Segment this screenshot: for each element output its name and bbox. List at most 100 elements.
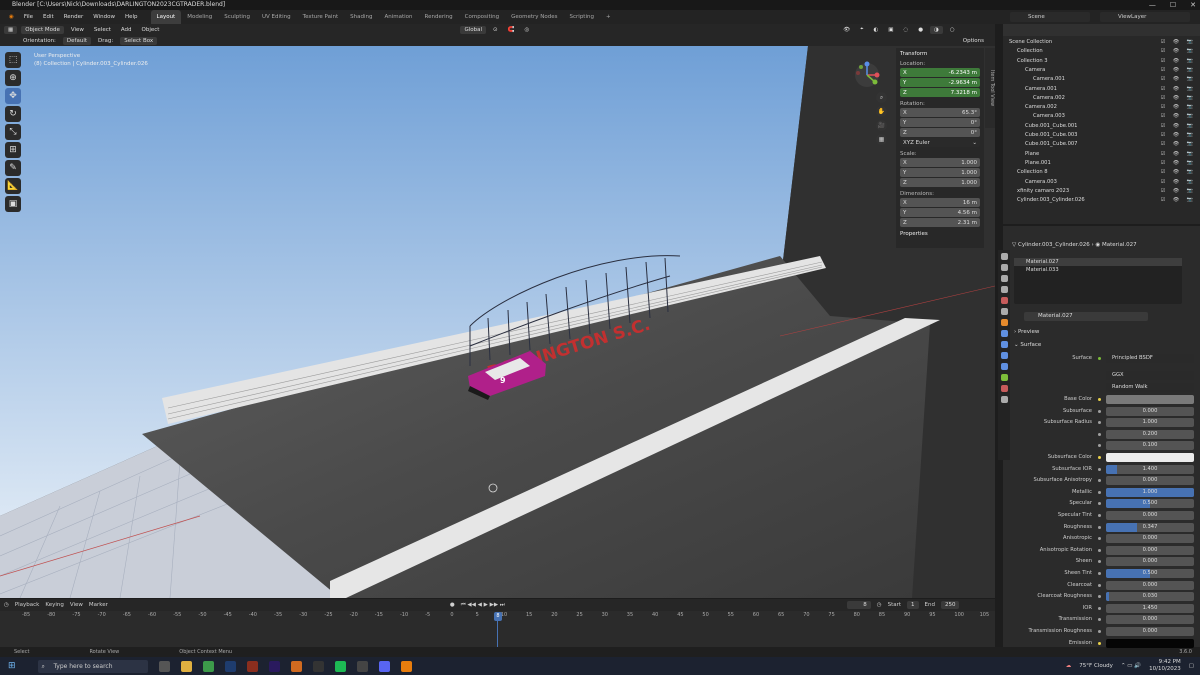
properties-subpanel[interactable]: Properties: [900, 231, 980, 237]
visibility-toggles-icon[interactable]: ☑ 👁 📷: [1161, 75, 1196, 84]
location-x-field[interactable]: X -6.2343 m: [900, 68, 980, 77]
outliner-row[interactable]: Cylinder.003_Cylinder.026 ☑ 👁 📷: [1003, 196, 1200, 205]
shader-property-field[interactable]: 1.400: [1106, 464, 1194, 474]
workspace-tab-layout[interactable]: Layout: [150, 10, 182, 24]
socket-dot[interactable]: [1098, 409, 1101, 413]
record-icon[interactable]: ●: [450, 602, 455, 608]
outliner-row[interactable]: Camera.002 ☑ 👁 📷: [1003, 103, 1200, 112]
subsurface-method-dropdown[interactable]: Random Walk: [1106, 383, 1194, 392]
zoom-icon[interactable]: ⌕: [876, 92, 887, 103]
select-tool-icon[interactable]: ⬚: [5, 52, 21, 68]
shader-property-field[interactable]: 0.000: [1106, 545, 1194, 555]
xray-icon[interactable]: ▣: [885, 27, 896, 33]
shader-property-field[interactable]: 0.200: [1106, 429, 1194, 439]
rotation-mode-dropdown[interactable]: XYZ Euler ⌄: [900, 138, 980, 147]
outliner-row[interactable]: Plane.001 ☑ 👁 📷: [1003, 159, 1200, 168]
task-view-icon[interactable]: [158, 660, 170, 672]
socket-dot[interactable]: [1098, 548, 1101, 552]
editor-type-icon[interactable]: ▦: [4, 25, 18, 34]
menu-view[interactable]: View: [68, 27, 87, 33]
move-tool-icon[interactable]: ✥: [5, 88, 21, 104]
scene-tab-icon[interactable]: [1000, 297, 1008, 304]
illustrator-icon[interactable]: [246, 660, 258, 672]
mode-selector[interactable]: Object Mode: [21, 25, 64, 34]
visibility-toggles-icon[interactable]: ☑ 👁 📷: [1161, 196, 1196, 205]
visibility-toggles-icon[interactable]: ☑ 👁 📷: [1161, 168, 1196, 177]
shader-property-field[interactable]: 0.500: [1106, 499, 1194, 509]
menu-object[interactable]: Object: [139, 27, 163, 33]
workspace-tab-modeling[interactable]: Modeling: [181, 10, 218, 24]
shader-property-field[interactable]: 0.000: [1106, 627, 1194, 636]
material-tab-icon[interactable]: [1000, 385, 1008, 392]
shader-property-field[interactable]: 0.000: [1106, 557, 1194, 567]
taskbar-search[interactable]: ⌕ Type here to search: [37, 659, 148, 673]
socket-dot[interactable]: [1098, 572, 1101, 575]
current-frame-field[interactable]: 8: [846, 601, 871, 609]
shader-property-field[interactable]: 0.100: [1106, 441, 1194, 451]
material-slot[interactable]: Material.033: [1014, 266, 1182, 274]
shading-material-icon[interactable]: ◑: [930, 25, 943, 34]
windows-start-icon[interactable]: ⊞: [8, 661, 16, 671]
visibility-toggles-icon[interactable]: ☑ 👁 📷: [1161, 122, 1196, 131]
blender-active-icon[interactable]: [400, 660, 412, 672]
weather-icon[interactable]: ☁: [1066, 663, 1072, 669]
shader-property-field[interactable]: [1106, 395, 1194, 404]
visibility-toggles-icon[interactable]: ☑ 👁 📷: [1161, 57, 1196, 66]
orientation-dropdown[interactable]: Default: [62, 36, 92, 45]
gizmo-toggle-icon[interactable]: ⌖: [857, 26, 866, 33]
socket-dot[interactable]: [1098, 630, 1101, 633]
socket-dot[interactable]: [1098, 490, 1101, 494]
dimensions-y-field[interactable]: Y 4.56 m: [900, 208, 980, 217]
modifier-tab-icon[interactable]: [1000, 330, 1008, 337]
camera-view-icon[interactable]: 🎥: [876, 120, 887, 131]
outliner-row[interactable]: Camera.003 ☑ 👁 📷: [1003, 112, 1200, 121]
visibility-toggles-icon[interactable]: ☑ 👁 📷: [1161, 66, 1196, 75]
add-cube-tool-icon[interactable]: ▣: [5, 196, 21, 212]
app-icon[interactable]: [356, 660, 368, 672]
workspace-tab-rendering[interactable]: Rendering: [419, 10, 459, 24]
outliner-row[interactable]: xfinity camaro 2023 ☑ 👁 📷: [1003, 187, 1200, 196]
world-tab-icon[interactable]: [1000, 308, 1008, 315]
start-frame-field[interactable]: 1: [907, 601, 919, 609]
timeline-menu-keying[interactable]: Keying: [45, 602, 63, 608]
spotify-icon[interactable]: [334, 660, 346, 672]
object-tab-icon[interactable]: [1000, 319, 1008, 326]
surface-subpanel[interactable]: ⌄ Surface: [1014, 340, 1194, 350]
physics-tab-icon[interactable]: [1000, 352, 1008, 359]
overlay-toggle-icon[interactable]: ◐: [870, 27, 881, 33]
shader-property-field[interactable]: [1106, 453, 1194, 462]
end-frame-field[interactable]: 250: [940, 601, 960, 609]
shader-property-field[interactable]: 0.500: [1106, 569, 1194, 578]
transform-tool-icon[interactable]: ⊞: [5, 142, 21, 158]
add-workspace-icon[interactable]: +: [600, 10, 617, 24]
drag-dropdown[interactable]: Select Box: [120, 36, 158, 45]
socket-dot[interactable]: [1098, 595, 1101, 599]
tool-tab-icon[interactable]: [1000, 253, 1008, 260]
workspace-tab-compositing[interactable]: Compositing: [459, 10, 505, 24]
socket-dot[interactable]: [1098, 583, 1101, 587]
weather-text[interactable]: 75°F Cloudy: [1079, 663, 1113, 669]
material-slot[interactable]: Material.027: [1014, 258, 1182, 266]
rotation-y-field[interactable]: Y 0°: [900, 118, 980, 127]
outliner-row[interactable]: Camera.003 ☑ 👁 📷: [1003, 178, 1200, 187]
dimensions-x-field[interactable]: X 16 m: [900, 198, 980, 207]
particles-tab-icon[interactable]: [1000, 341, 1008, 348]
socket-dot[interactable]: [1098, 398, 1101, 401]
visibility-toggles-icon[interactable]: ☑ 👁 📷: [1161, 150, 1196, 159]
3d-viewport[interactable]: DARLINGTON S.C. 9: [0, 46, 995, 598]
options-dropdown[interactable]: Options: [960, 38, 987, 44]
view-layer-selector[interactable]: ViewLayer: [1100, 12, 1190, 22]
chrome-icon[interactable]: [202, 660, 214, 672]
proportional-edit-icon[interactable]: ◎: [521, 27, 532, 33]
socket-dot[interactable]: [1098, 514, 1101, 517]
socket-dot[interactable]: [1098, 444, 1101, 448]
menu-edit[interactable]: Edit: [38, 10, 59, 24]
measure-tool-icon[interactable]: 📐: [5, 178, 21, 194]
shader-property-field[interactable]: 1.000: [1106, 487, 1194, 497]
visibility-toggles-icon[interactable]: ☑ 👁 📷: [1161, 38, 1196, 47]
timeline-menu-view[interactable]: View: [70, 602, 83, 608]
rotate-tool-icon[interactable]: ↻: [5, 106, 21, 122]
workspace-tab-geometry-nodes[interactable]: Geometry Nodes: [505, 10, 563, 24]
workspace-tab-sculpting[interactable]: Sculpting: [218, 10, 256, 24]
visibility-toggles-icon[interactable]: ☑ 👁 📷: [1161, 94, 1196, 103]
